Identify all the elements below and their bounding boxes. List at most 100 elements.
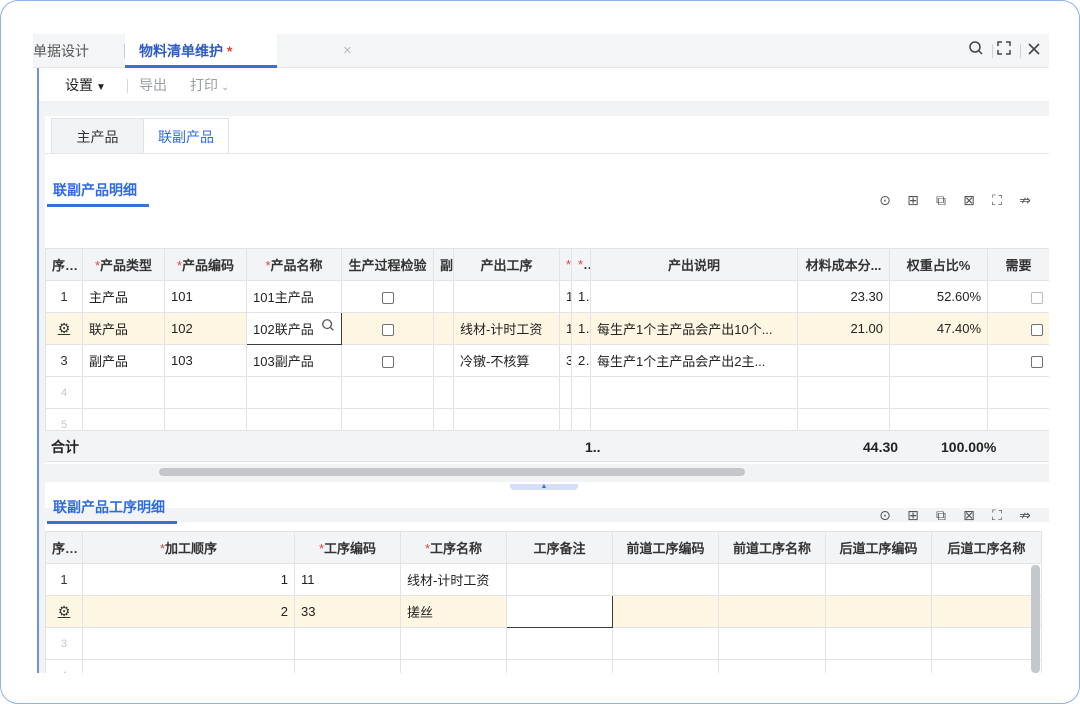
delete-row-icon[interactable]: ⊠ bbox=[955, 507, 983, 524]
empty-cell[interactable] bbox=[294, 659, 401, 673]
empty-cell[interactable] bbox=[612, 659, 719, 673]
empty-cell[interactable] bbox=[506, 627, 613, 660]
col-header[interactable]: 序号 bbox=[45, 531, 83, 564]
cell-prev-name[interactable] bbox=[718, 563, 826, 596]
locate-icon[interactable]: ⊙ bbox=[871, 192, 899, 209]
panel-collapse-handle[interactable]: ▲ bbox=[510, 483, 578, 490]
cell-output-desc[interactable]: 每生产1个主产品会产出2主... bbox=[590, 344, 798, 377]
cell-prev-name[interactable] bbox=[718, 595, 826, 628]
col-header[interactable]: 序号 bbox=[45, 248, 83, 281]
tab-close-icon[interactable]: × bbox=[343, 34, 352, 68]
subtab-co-product[interactable]: 联副产品 bbox=[143, 118, 229, 154]
cell-process-note-editing[interactable] bbox=[506, 595, 613, 628]
table-row[interactable]: 1 1 11 线材-计时工资 bbox=[45, 563, 1042, 596]
locate-icon[interactable]: ⊙ bbox=[871, 507, 899, 524]
empty-cell[interactable] bbox=[164, 376, 247, 409]
col-header[interactable]: 材料成本分... bbox=[797, 248, 890, 281]
cell-product-name[interactable]: 103副产品 bbox=[246, 344, 342, 377]
vertical-scrollbar-thumb[interactable] bbox=[1031, 565, 1040, 673]
cell-process-note[interactable] bbox=[506, 563, 613, 596]
empty-cell[interactable] bbox=[889, 376, 988, 409]
col-header[interactable]: *工序编码 bbox=[294, 531, 401, 564]
empty-cell[interactable] bbox=[82, 627, 295, 660]
col-header[interactable]: 前道工序名称 bbox=[718, 531, 826, 564]
cell-required[interactable] bbox=[987, 280, 1049, 313]
cell-required[interactable] bbox=[987, 344, 1049, 377]
cell-inspection[interactable] bbox=[341, 344, 434, 377]
print-menu[interactable]: 打印 ⌄ bbox=[190, 68, 229, 102]
col-header[interactable]: 后道工序名称 bbox=[931, 531, 1042, 564]
cell-process-name[interactable]: 搓丝 bbox=[400, 595, 507, 628]
empty-cell[interactable] bbox=[931, 627, 1042, 660]
empty-cell[interactable] bbox=[341, 376, 434, 409]
col-header[interactable]: 生产过程检验 bbox=[341, 248, 434, 281]
fullscreen-icon[interactable]: ⛶ bbox=[983, 192, 1011, 209]
cell-qty-b[interactable]: 1 bbox=[571, 280, 591, 313]
cell-material-cost[interactable] bbox=[797, 344, 890, 377]
col-header[interactable]: * bbox=[559, 248, 572, 281]
col-header[interactable]: *加工顺序 bbox=[82, 531, 295, 564]
cell-prev-code[interactable] bbox=[612, 563, 719, 596]
empty-cell[interactable] bbox=[82, 659, 295, 673]
empty-cell[interactable] bbox=[571, 376, 591, 409]
cell-qty-b[interactable]: 1 bbox=[571, 312, 591, 345]
cell-product-name-editing[interactable]: 102联产品 bbox=[246, 312, 342, 345]
col-header[interactable]: *产品类型 bbox=[82, 248, 165, 281]
export-button[interactable]: 导出 bbox=[139, 68, 167, 102]
col-header[interactable]: 后道工序编码 bbox=[825, 531, 932, 564]
empty-cell[interactable] bbox=[590, 376, 798, 409]
cell-qty-a[interactable]: 3 bbox=[559, 344, 572, 377]
col-header[interactable]: 前道工序编码 bbox=[612, 531, 719, 564]
empty-cell[interactable] bbox=[797, 376, 890, 409]
inspection-checkbox[interactable] bbox=[381, 355, 394, 368]
cell-byproduct-flag[interactable] bbox=[433, 280, 454, 313]
cell-seq[interactable]: 1 bbox=[82, 563, 295, 596]
empty-cell[interactable] bbox=[246, 376, 342, 409]
cell-output-process[interactable]: 线材-计时工资 bbox=[453, 312, 560, 345]
cell-output-process[interactable]: 冷镦-不核算 bbox=[453, 344, 560, 377]
cell-inspection[interactable] bbox=[341, 312, 434, 345]
cell-next-name[interactable] bbox=[931, 563, 1042, 596]
cell-next-code[interactable] bbox=[825, 595, 932, 628]
copy-row-icon[interactable]: ⧉ bbox=[927, 507, 955, 524]
empty-cell[interactable] bbox=[506, 659, 613, 673]
row-settings[interactable]: ⚙ bbox=[45, 595, 83, 628]
cell-product-type[interactable]: 主产品 bbox=[82, 280, 165, 313]
cell-weight[interactable]: 47.40% bbox=[889, 312, 988, 345]
cell-qty-b[interactable]: 2 bbox=[571, 344, 591, 377]
expand-icon[interactable] bbox=[993, 40, 1015, 62]
product-name-value[interactable]: 102联产品 bbox=[253, 322, 314, 337]
cell-byproduct-flag[interactable] bbox=[433, 312, 454, 345]
inspection-checkbox[interactable] bbox=[381, 291, 394, 304]
col-header[interactable]: 产出工序 bbox=[453, 248, 560, 281]
cell-next-name[interactable] bbox=[931, 595, 1042, 628]
empty-cell[interactable] bbox=[433, 376, 454, 409]
cell-byproduct-flag[interactable] bbox=[433, 344, 454, 377]
col-header[interactable]: 副 bbox=[433, 248, 454, 281]
column-settings-icon[interactable]: ⇏ bbox=[1011, 507, 1039, 524]
tab-bom-maintenance[interactable]: 物料清单维护 * × bbox=[125, 34, 352, 68]
cell-qty-a[interactable]: 1 bbox=[559, 280, 572, 313]
cell-next-code[interactable] bbox=[825, 563, 932, 596]
subtab-main-product[interactable]: 主产品 bbox=[51, 118, 143, 154]
cell-output-desc[interactable] bbox=[590, 280, 798, 313]
cell-product-code[interactable]: 103 bbox=[164, 344, 247, 377]
cell-process-code[interactable]: 33 bbox=[294, 595, 401, 628]
cell-material-cost[interactable]: 23.30 bbox=[797, 280, 890, 313]
col-header[interactable]: 工序备注 bbox=[506, 531, 613, 564]
cell-output-desc[interactable]: 每生产1个主产品会产出10个... bbox=[590, 312, 798, 345]
row-gear-icon[interactable]: ⚙ bbox=[58, 320, 71, 336]
empty-cell[interactable] bbox=[400, 659, 507, 673]
required-checkbox[interactable] bbox=[1031, 291, 1043, 304]
empty-cell[interactable] bbox=[612, 627, 719, 660]
cell-material-cost[interactable]: 21.00 bbox=[797, 312, 890, 345]
horizontal-scrollbar-thumb[interactable] bbox=[159, 468, 745, 476]
table-row-empty[interactable]: 3 bbox=[45, 627, 1042, 660]
cell-product-type[interactable]: 副产品 bbox=[82, 344, 165, 377]
empty-cell[interactable] bbox=[559, 376, 572, 409]
cell-qty-a[interactable]: 1 bbox=[559, 312, 572, 345]
cell-prev-code[interactable] bbox=[612, 595, 719, 628]
column-settings-icon[interactable]: ⇏ bbox=[1011, 192, 1039, 209]
search-icon[interactable] bbox=[965, 40, 987, 62]
empty-cell[interactable] bbox=[718, 659, 826, 673]
